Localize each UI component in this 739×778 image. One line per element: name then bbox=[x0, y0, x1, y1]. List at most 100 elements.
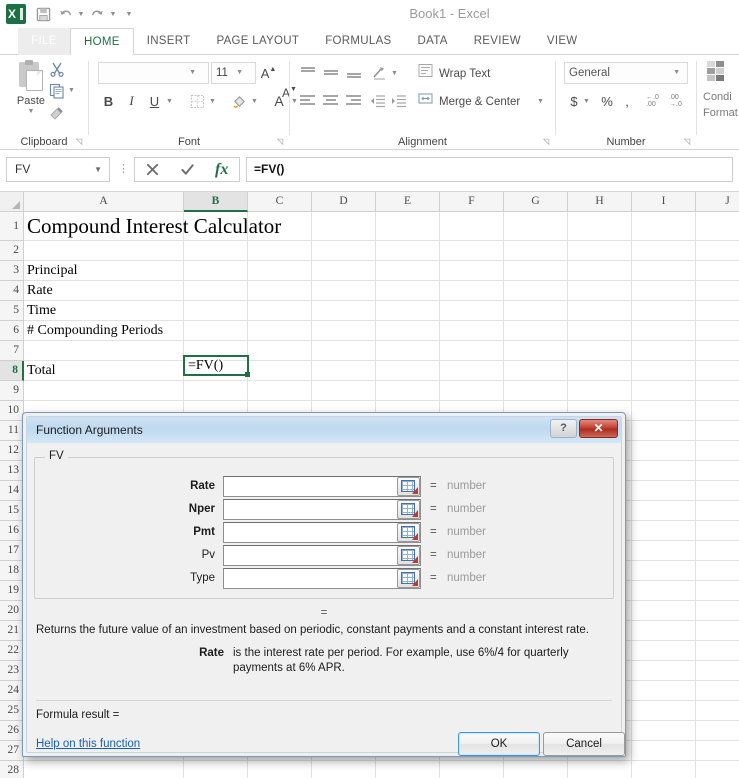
cell-D2[interactable] bbox=[312, 241, 376, 260]
row-header-22[interactable]: 22 bbox=[0, 641, 24, 661]
tab-home[interactable]: HOME bbox=[70, 28, 134, 56]
cell-I15[interactable] bbox=[632, 501, 696, 520]
alignment-dialog-launcher-icon[interactable]: ◹ bbox=[543, 137, 552, 146]
cell-I28[interactable] bbox=[632, 761, 696, 778]
row-header-1[interactable]: 1 bbox=[0, 212, 24, 241]
cell-A1[interactable]: Compound Interest Calculator bbox=[24, 212, 281, 240]
borders-dropdown-icon[interactable]: ▼ bbox=[209, 98, 216, 105]
undo-icon[interactable] bbox=[54, 3, 76, 25]
tab-review[interactable]: REVIEW bbox=[461, 28, 534, 55]
argument-input-nper[interactable] bbox=[223, 499, 421, 520]
cell-B1[interactable] bbox=[184, 212, 248, 240]
orientation-dropdown-icon[interactable]: ▼ bbox=[391, 70, 398, 77]
format-painter-icon[interactable] bbox=[46, 103, 68, 123]
row-header-12[interactable]: 12 bbox=[0, 441, 24, 461]
cell-I14[interactable] bbox=[632, 481, 696, 500]
cell-F9[interactable] bbox=[440, 381, 504, 400]
cell-J28[interactable] bbox=[696, 761, 739, 778]
cell-I1[interactable] bbox=[632, 212, 696, 240]
save-icon[interactable] bbox=[32, 3, 54, 25]
cell-I22[interactable] bbox=[632, 641, 696, 660]
tab-insert[interactable]: INSERT bbox=[134, 28, 204, 55]
select-all-corner[interactable] bbox=[0, 192, 24, 212]
row-header-16[interactable]: 16 bbox=[0, 521, 24, 541]
cell-E7[interactable] bbox=[376, 341, 440, 360]
cell-E9[interactable] bbox=[376, 381, 440, 400]
cell-C5[interactable] bbox=[248, 301, 312, 320]
cell-I17[interactable] bbox=[632, 541, 696, 560]
row-header-5[interactable]: 5 bbox=[0, 301, 24, 321]
cell-I16[interactable] bbox=[632, 521, 696, 540]
cell-D1[interactable] bbox=[312, 212, 376, 240]
cell-D9[interactable] bbox=[312, 381, 376, 400]
cell-A5[interactable]: Time bbox=[24, 301, 184, 320]
cell-H1[interactable] bbox=[568, 212, 632, 240]
column-header-c[interactable]: C bbox=[248, 192, 312, 212]
row-header-26[interactable]: 26 bbox=[0, 721, 24, 741]
cell-B5[interactable] bbox=[184, 301, 248, 320]
row-header-19[interactable]: 19 bbox=[0, 581, 24, 601]
number-format-select[interactable]: General ▼ bbox=[564, 62, 688, 84]
row-header-17[interactable]: 17 bbox=[0, 541, 24, 561]
cell-H4[interactable] bbox=[568, 281, 632, 300]
cell-C2[interactable] bbox=[248, 241, 312, 260]
decrease-indent-icon[interactable] bbox=[368, 91, 388, 111]
cell-I2[interactable] bbox=[632, 241, 696, 260]
copy-dropdown-icon[interactable]: ▼ bbox=[68, 87, 75, 94]
name-box-dropdown-icon[interactable]: ▼ bbox=[94, 158, 102, 181]
row-header-15[interactable]: 15 bbox=[0, 501, 24, 521]
row-header-14[interactable]: 14 bbox=[0, 481, 24, 501]
cell-I13[interactable] bbox=[632, 461, 696, 480]
cell-E4[interactable] bbox=[376, 281, 440, 300]
ok-button[interactable]: OK bbox=[458, 732, 540, 756]
cell-J17[interactable] bbox=[696, 541, 739, 560]
align-middle-icon[interactable] bbox=[322, 65, 340, 81]
cell-A28[interactable] bbox=[24, 761, 184, 778]
cell-I5[interactable] bbox=[632, 301, 696, 320]
increase-indent-icon[interactable] bbox=[389, 91, 409, 111]
cell-I23[interactable] bbox=[632, 661, 696, 680]
cell-H3[interactable] bbox=[568, 261, 632, 280]
formula-input[interactable]: =FV() bbox=[246, 157, 733, 182]
cell-J23[interactable] bbox=[696, 661, 739, 680]
row-header-28[interactable]: 28 bbox=[0, 761, 24, 778]
cell-F7[interactable] bbox=[440, 341, 504, 360]
cell-J22[interactable] bbox=[696, 641, 739, 660]
cell-G5[interactable] bbox=[504, 301, 568, 320]
percent-style-button[interactable]: % bbox=[599, 91, 615, 111]
row-header-23[interactable]: 23 bbox=[0, 661, 24, 681]
cell-B6[interactable] bbox=[184, 321, 248, 340]
column-header-j[interactable]: J bbox=[696, 192, 739, 212]
undo-dropdown-icon[interactable]: ▼ bbox=[76, 3, 86, 25]
font-color-button[interactable]: A bbox=[269, 91, 289, 111]
cell-E8[interactable] bbox=[376, 361, 440, 380]
decrease-decimal-icon[interactable]: .00 →.0 bbox=[669, 91, 691, 111]
name-box[interactable]: FV ▼ bbox=[6, 157, 110, 182]
cancel-button[interactable]: Cancel bbox=[543, 732, 625, 756]
conditional-formatting-icon[interactable] bbox=[707, 61, 733, 87]
cell-I21[interactable] bbox=[632, 621, 696, 640]
collapse-dialog-icon-pv[interactable] bbox=[397, 546, 420, 565]
align-center-icon[interactable] bbox=[322, 93, 340, 109]
cell-I10[interactable] bbox=[632, 401, 696, 420]
column-header-b[interactable]: B bbox=[184, 192, 248, 212]
cell-I6[interactable] bbox=[632, 321, 696, 340]
cell-C9[interactable] bbox=[248, 381, 312, 400]
row-header-10[interactable]: 10 bbox=[0, 401, 24, 421]
cell-G8[interactable] bbox=[504, 361, 568, 380]
bold-button[interactable]: B bbox=[99, 91, 118, 111]
cell-F3[interactable] bbox=[440, 261, 504, 280]
cell-D4[interactable] bbox=[312, 281, 376, 300]
cell-J25[interactable] bbox=[696, 701, 739, 720]
cell-G1[interactable] bbox=[504, 212, 568, 240]
cancel-formula-icon[interactable] bbox=[135, 158, 170, 181]
cell-C4[interactable] bbox=[248, 281, 312, 300]
cell-J11[interactable] bbox=[696, 421, 739, 440]
align-right-icon[interactable] bbox=[345, 93, 363, 109]
font-size-input[interactable]: 11 ▼ bbox=[211, 62, 256, 84]
fill-handle[interactable] bbox=[245, 372, 250, 377]
fill-color-icon[interactable] bbox=[229, 91, 249, 111]
cell-J3[interactable] bbox=[696, 261, 739, 280]
cell-D8[interactable] bbox=[312, 361, 376, 380]
cell-B3[interactable] bbox=[184, 261, 248, 280]
